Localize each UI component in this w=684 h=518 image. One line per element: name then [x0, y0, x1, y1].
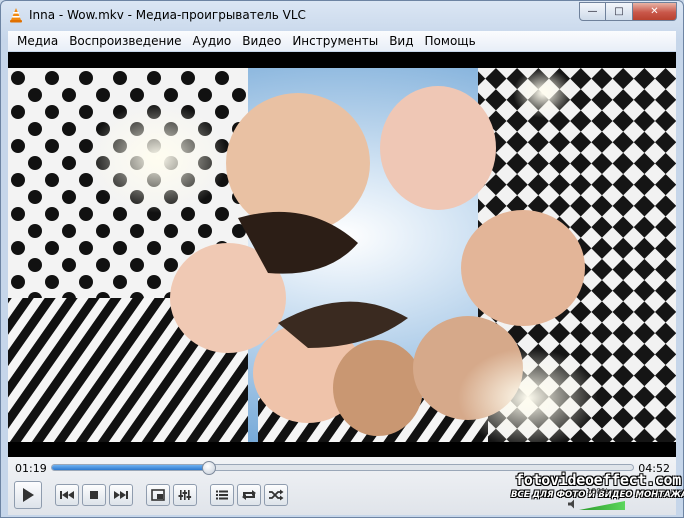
menu-playback[interactable]: Воспроизведение	[64, 34, 186, 48]
next-button[interactable]	[109, 484, 133, 506]
equalizer-icon	[178, 490, 192, 500]
loop-button[interactable]	[237, 484, 261, 506]
shuffle-button[interactable]	[264, 484, 288, 506]
seek-handle[interactable]	[202, 461, 217, 475]
menu-audio[interactable]: Аудио	[188, 34, 237, 48]
loop-icon	[242, 490, 256, 500]
maximize-button[interactable]: □	[606, 2, 633, 21]
extended-settings-button[interactable]	[173, 484, 197, 506]
title-bar[interactable]: Inna - Wow.mkv - Медиа-проигрыватель VLC…	[1, 1, 683, 31]
maximize-icon: □	[614, 6, 624, 17]
vlc-window: Inna - Wow.mkv - Медиа-проигрыватель VLC…	[0, 0, 684, 518]
playlist-button[interactable]	[210, 484, 234, 506]
seek-slider[interactable]	[51, 461, 634, 475]
menu-tools[interactable]: Инструменты	[287, 34, 383, 48]
play-button[interactable]	[14, 481, 42, 509]
minimize-button[interactable]: —	[579, 2, 606, 21]
menu-video[interactable]: Видео	[237, 34, 286, 48]
speaker-icon[interactable]	[568, 499, 578, 509]
playlist-icon	[216, 490, 228, 500]
stop-icon	[90, 491, 98, 499]
menu-media[interactable]: Медиа	[12, 34, 63, 48]
menu-view[interactable]: Вид	[384, 34, 418, 48]
fullscreen-icon	[151, 489, 165, 501]
video-area[interactable]	[8, 52, 676, 457]
volume-percent: 100%	[586, 487, 609, 496]
seek-progress	[52, 465, 210, 470]
menu-bar: Медиа Воспроизведение Аудио Видео Инстру…	[8, 31, 676, 51]
next-icon	[114, 491, 128, 499]
window-controls: — □ ✕	[579, 2, 677, 21]
shuffle-icon	[269, 489, 284, 501]
video-frame	[8, 68, 676, 442]
fullscreen-button[interactable]	[146, 484, 170, 506]
previous-button[interactable]	[55, 484, 79, 506]
vlc-cone-icon	[10, 8, 22, 23]
stop-button[interactable]	[82, 484, 106, 506]
close-icon: ✕	[650, 6, 659, 17]
menu-help[interactable]: Помощь	[420, 34, 481, 48]
close-button[interactable]: ✕	[633, 2, 677, 21]
previous-icon	[60, 491, 74, 499]
elapsed-time: 01:19	[15, 462, 47, 475]
window-title: Inna - Wow.mkv - Медиа-проигрыватель VLC	[29, 8, 306, 22]
minimize-icon: —	[587, 6, 598, 17]
play-icon	[23, 488, 34, 502]
